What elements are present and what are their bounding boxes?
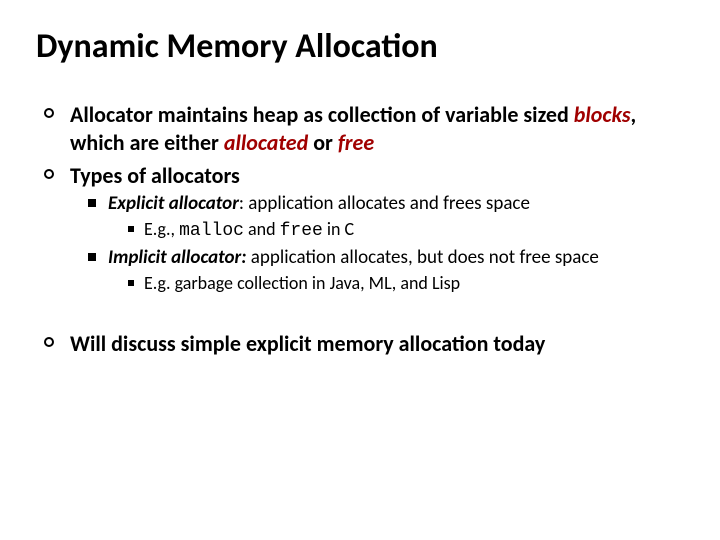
bullet-item-1: Allocator maintains heap as collection o… — [42, 101, 684, 156]
bullet-list-2: Will discuss simple explicit memory allo… — [42, 330, 684, 358]
sub-sub-list-2: E.g. garbage collection in Java, ML, and… — [126, 272, 684, 295]
implicit-rest: application allocates, but does not free… — [246, 246, 598, 269]
bullet-3-text: Will discuss simple explicit memory allo… — [70, 330, 545, 357]
bullet-1-allocated: allocated — [224, 129, 308, 156]
bullet-2-text: Types of allocators — [70, 162, 240, 189]
sub-bullet-explicit: Explicit allocator: application allocate… — [86, 192, 684, 242]
bullet-item-3: Will discuss simple explicit memory allo… — [42, 330, 684, 358]
implicit-eg-text: E.g. garbage collection in Java, ML, and… — [144, 272, 460, 294]
implicit-lead: Implicit allocator: — [108, 246, 246, 269]
bullet-list: Allocator maintains heap as collection o… — [42, 101, 684, 294]
bullet-1-free: free — [338, 129, 374, 156]
sub-sub-list-1: E.g., malloc and free in C — [126, 218, 684, 243]
slide: Dynamic Memory Allocation Allocator main… — [0, 0, 720, 540]
implicit-example: E.g. garbage collection in Java, ML, and… — [126, 272, 684, 295]
bullet-1-blocks: blocks — [574, 101, 631, 128]
bullet-1-text-3: or — [308, 129, 338, 156]
spacer — [36, 302, 684, 330]
sub-bullet-list-1: Explicit allocator: application allocate… — [86, 192, 684, 295]
explicit-rest: : application allocates and frees space — [239, 192, 530, 215]
sub-bullet-implicit: Implicit allocator: application allocate… — [86, 246, 684, 294]
code-malloc: malloc — [179, 221, 244, 241]
explicit-lead: Explicit allocator — [108, 192, 239, 215]
bullet-item-2: Types of allocators Explicit allocator: … — [42, 162, 684, 294]
code-free: free — [280, 221, 323, 241]
slide-title: Dynamic Memory Allocation — [36, 28, 684, 65]
explicit-eg-post: in C — [323, 218, 354, 240]
explicit-eg-mid: and — [244, 218, 280, 240]
explicit-example: E.g., malloc and free in C — [126, 218, 684, 243]
bullet-1-text-1: Allocator maintains heap as collection o… — [70, 101, 574, 128]
explicit-eg-pre: E.g., — [144, 218, 179, 240]
